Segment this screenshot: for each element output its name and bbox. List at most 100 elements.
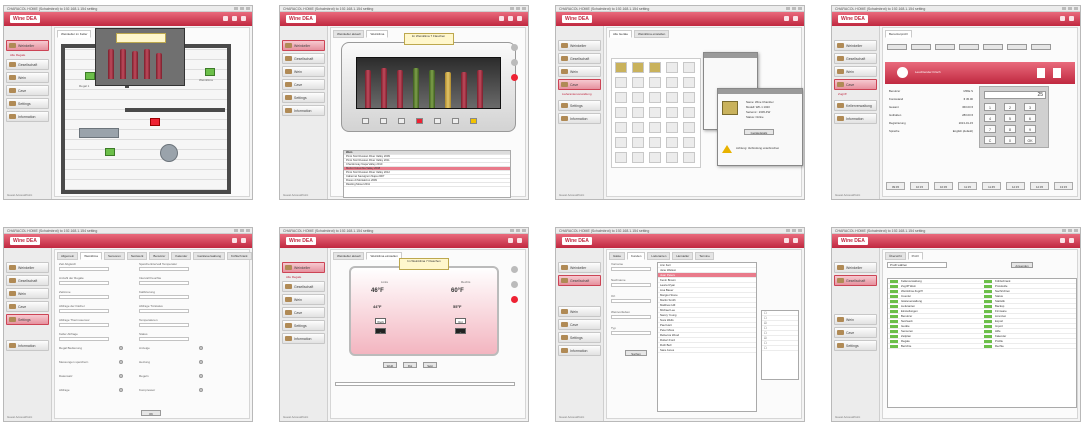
form-input[interactable]: [59, 309, 109, 313]
tab-setting[interactable]: Kühlschrank: [227, 252, 252, 260]
sidebar-item-weinkeller[interactable]: Weinkeller: [6, 262, 49, 273]
home-icon[interactable]: [1060, 238, 1065, 243]
sidebar-item-weinkeller[interactable]: Weinkeller: [558, 262, 601, 273]
form-radio[interactable]: [119, 374, 123, 378]
sidebar-item-wein[interactable]: Wein: [6, 72, 49, 83]
device-tile[interactable]: [615, 107, 627, 118]
tab-weinkeller-aktuell[interactable]: Weinkeller aktuell: [333, 252, 365, 260]
device-tile[interactable]: [632, 152, 644, 163]
device-tile[interactable]: [615, 122, 627, 133]
device-tile[interactable]: [666, 107, 678, 118]
sidebar-item-information[interactable]: Information: [6, 111, 49, 122]
search-input[interactable]: [611, 283, 651, 287]
form-radio[interactable]: [199, 374, 203, 378]
form-input[interactable]: [59, 267, 109, 271]
device-tile[interactable]: [666, 122, 678, 133]
profile-nav-button[interactable]: [1031, 44, 1051, 50]
left-mode-button[interactable]: Weiß: [375, 318, 386, 324]
device-tile[interactable]: [649, 152, 661, 163]
device-tile[interactable]: [666, 62, 678, 73]
temperature-icon[interactable]: [511, 44, 518, 51]
device-tile[interactable]: [666, 92, 678, 103]
profile-nav-button[interactable]: [935, 44, 955, 50]
settings-icon[interactable]: [232, 16, 237, 21]
sidebar-item-cave[interactable]: Cave: [558, 79, 601, 90]
search-input[interactable]: [611, 331, 651, 335]
profile-select[interactable]: Profil wählen: [887, 262, 947, 268]
right-mode-button[interactable]: Rot: [455, 318, 466, 324]
sidebar-item-cave[interactable]: Cave: [558, 319, 601, 330]
form-input[interactable]: [139, 323, 189, 327]
sidebar-item-cave[interactable]: Cave: [6, 85, 49, 96]
profile-nav-button[interactable]: [887, 44, 907, 50]
keypad-key[interactable]: OK: [1024, 136, 1036, 144]
profile-nav-button[interactable]: [911, 44, 931, 50]
device-tile[interactable]: [666, 137, 678, 148]
search-input[interactable]: [611, 267, 651, 271]
tab-setting[interactable]: Benutzer: [149, 252, 170, 260]
keypad-key[interactable]: 9: [1024, 125, 1036, 133]
sidebar-item-information[interactable]: Information: [6, 340, 49, 351]
time-slot-button[interactable]: 13:15: [1054, 182, 1073, 190]
sidebar-item-gesellschaft[interactable]: Gesellschaft: [282, 53, 325, 64]
edit-icon[interactable]: [1053, 68, 1061, 78]
sidebar-item-settings[interactable]: Settings: [6, 98, 49, 109]
temperature-icon[interactable]: [511, 266, 518, 273]
sidebar-item-wein[interactable]: Wein: [6, 288, 49, 299]
sidebar-item-weinkeller[interactable]: Weinkeller: [282, 262, 325, 273]
keypad-key[interactable]: 4: [984, 114, 996, 122]
home-icon[interactable]: [1060, 16, 1065, 21]
device-tile[interactable]: [632, 92, 644, 103]
device-tile[interactable]: [683, 62, 695, 73]
user-icon[interactable]: [241, 16, 246, 21]
slot-button[interactable]: [434, 118, 441, 124]
device-tile[interactable]: [683, 152, 695, 163]
sidebar-item-cave[interactable]: Cave: [834, 327, 877, 338]
cellar-device-icon[interactable]: [105, 148, 115, 156]
time-slot-button[interactable]: 11:45: [982, 182, 1001, 190]
tab-climate-settings[interactable]: Weinklima einstellen: [366, 252, 402, 260]
device-tile[interactable]: [615, 137, 627, 148]
tab-weinkeller[interactable]: Weinkeller im Keller: [57, 30, 92, 38]
device-tile[interactable]: [649, 107, 661, 118]
sidebar-item-wein[interactable]: Wein: [834, 66, 877, 77]
form-input[interactable]: [139, 295, 189, 299]
sidebar-item-cave[interactable]: Cave: [282, 307, 325, 318]
device-tile[interactable]: [666, 77, 678, 88]
keypad-key[interactable]: 3: [1024, 103, 1036, 111]
tab-setting[interactable]: Sensoren: [103, 252, 125, 260]
form-radio[interactable]: [119, 388, 123, 392]
form-radio[interactable]: [199, 346, 203, 350]
search-button[interactable]: Suchen: [625, 350, 647, 356]
tab-customer[interactable]: Gäste: [609, 252, 626, 260]
tab-setting[interactable]: Allgemein: [57, 252, 79, 260]
tab-weinkeller-aktuell[interactable]: Weinkeller aktuell: [333, 30, 365, 38]
device-tile[interactable]: [632, 62, 644, 73]
home-icon[interactable]: [499, 16, 504, 21]
sidebar-item-gesellschaft[interactable]: Gesellschaft: [6, 59, 49, 70]
device-tile[interactable]: [649, 137, 661, 148]
form-input[interactable]: [59, 281, 109, 285]
device-tile[interactable]: [615, 77, 627, 88]
keypad-key[interactable]: 1: [984, 103, 996, 111]
home-icon[interactable]: [784, 238, 789, 243]
settings-icon[interactable]: [1069, 238, 1074, 243]
save-button[interactable]: OK: [141, 410, 161, 416]
tab-setting[interactable]: Weinklima: [80, 252, 102, 260]
home-icon[interactable]: [508, 238, 513, 243]
alarm-device-icon[interactable]: [150, 118, 160, 126]
form-input[interactable]: [139, 281, 189, 285]
device-tile[interactable]: [649, 122, 661, 133]
time-slot-button[interactable]: 12:45: [1030, 182, 1049, 190]
tab-profile[interactable]: Benutzerprofil: [885, 30, 912, 38]
fridge-device-icon[interactable]: [85, 72, 95, 80]
sidebar-item-wein[interactable]: Wein: [834, 314, 877, 325]
sidebar-item-weinkeller[interactable]: Weinkeller: [834, 262, 877, 273]
home-icon[interactable]: [223, 16, 228, 21]
sidebar-item-gesellschaft[interactable]: Gesellschaft: [834, 275, 877, 286]
settings-icon[interactable]: [508, 16, 513, 21]
device-tile[interactable]: [649, 92, 661, 103]
tab-weinklima[interactable]: Weinklima: [366, 30, 389, 38]
tab-customer[interactable]: Hersteller: [672, 252, 694, 260]
tab-setting[interactable]: Kalender: [171, 252, 192, 260]
